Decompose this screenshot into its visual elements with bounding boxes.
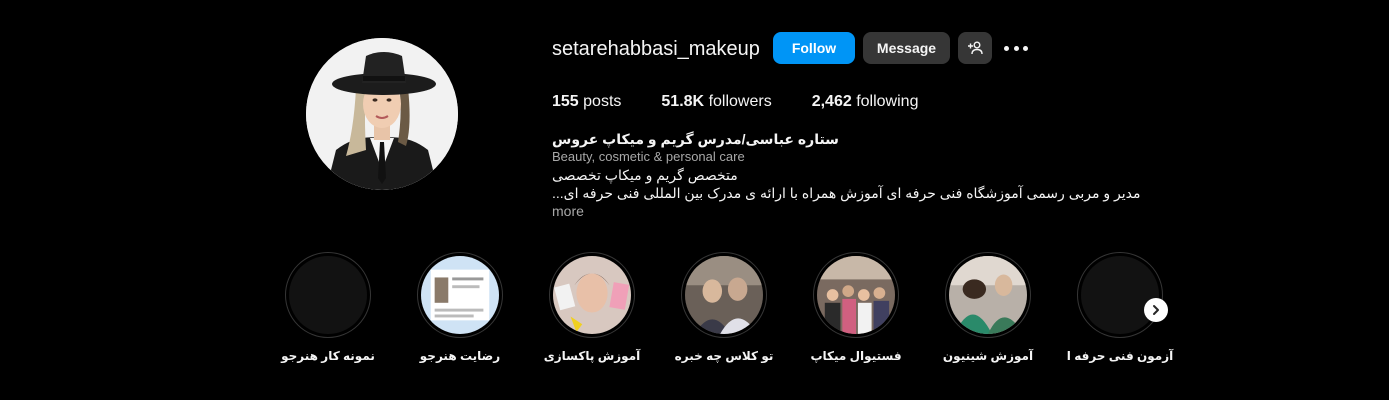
highlight-label: آموزش پاکسازی (543, 349, 641, 363)
highlight-cover (421, 256, 499, 334)
highlight-item[interactable]: نمونه کار هنرجو (281, 252, 375, 382)
followers-label: followers (708, 93, 772, 110)
highlight-item[interactable]: آموزش پاکسازی (544, 252, 640, 382)
highlight-cover (1081, 256, 1159, 334)
highlight-cover (685, 256, 763, 334)
highlight-ring (285, 252, 371, 338)
chevron-right-icon (1153, 305, 1159, 315)
highlight-cover (817, 256, 895, 334)
following-label: following (856, 93, 919, 110)
highlight-ring (813, 252, 899, 338)
bio-name: ستاره عباسی/مدرس گریم و میکاپ عروس (552, 131, 839, 147)
highlight-ring (417, 252, 503, 338)
bio-line-2: مدیر و مربی رسمی آموزشگاه فنی حرفه ای آم… (552, 185, 1141, 201)
message-button[interactable]: Message (863, 32, 950, 64)
highlight-cover (949, 256, 1027, 334)
highlight-label: رضایت هنرجو (419, 349, 501, 363)
bio-more-link[interactable]: more (552, 203, 584, 219)
add-user-icon (968, 41, 983, 55)
follow-button[interactable]: Follow (773, 32, 855, 64)
highlight-label: آموزش شینیون (942, 349, 1034, 363)
highlight-item[interactable]: فستیوال میکاپ (810, 252, 902, 382)
highlight-cover (553, 256, 631, 334)
highlight-label: آزمون فنی حرفه ا (1066, 349, 1174, 363)
following-count: 2,462 (811, 93, 852, 110)
bio-line-1: متخصص گریم و میکاپ تخصصی (552, 167, 738, 183)
more-options-icon[interactable] (1004, 38, 1028, 58)
highlight-item[interactable]: آموزش شینیون (943, 252, 1033, 382)
bio-category: Beauty, cosmetic & personal care (552, 149, 745, 164)
highlight-label: فستیوال میکاپ (810, 349, 902, 363)
posts-count: 155 (552, 93, 579, 110)
highlight-label: تو کلاس چه خبره (674, 349, 774, 363)
highlight-item[interactable]: تو کلاس چه خبره (675, 252, 773, 382)
highlight-label: نمونه کار هنرجو (281, 349, 375, 363)
profile-avatar[interactable] (306, 38, 458, 190)
following-stat[interactable]: 2,462 following (812, 92, 919, 112)
followers-count: 51.8K (661, 93, 705, 110)
highlight-ring (681, 252, 767, 338)
posts-stat[interactable]: 155 posts (552, 92, 621, 112)
profile-bio: ستاره عباسی/مدرس گریم و میکاپ عروس Beaut… (552, 130, 1152, 220)
posts-label: posts (583, 93, 622, 110)
avatar-image (306, 38, 458, 190)
profile-stats: 155 posts 51.8K followers 2,462 followin… (552, 92, 958, 112)
highlights-next-button[interactable] (1144, 298, 1168, 322)
username: setarehabbasi_makeup (552, 38, 760, 60)
highlight-ring (1077, 252, 1163, 338)
highlight-ring (945, 252, 1031, 338)
highlight-cover (289, 256, 367, 334)
followers-stat[interactable]: 51.8K followers (661, 92, 771, 112)
add-user-button[interactable] (958, 32, 992, 64)
highlight-item[interactable]: رضایت هنرجو (417, 252, 503, 382)
highlight-ring (549, 252, 635, 338)
